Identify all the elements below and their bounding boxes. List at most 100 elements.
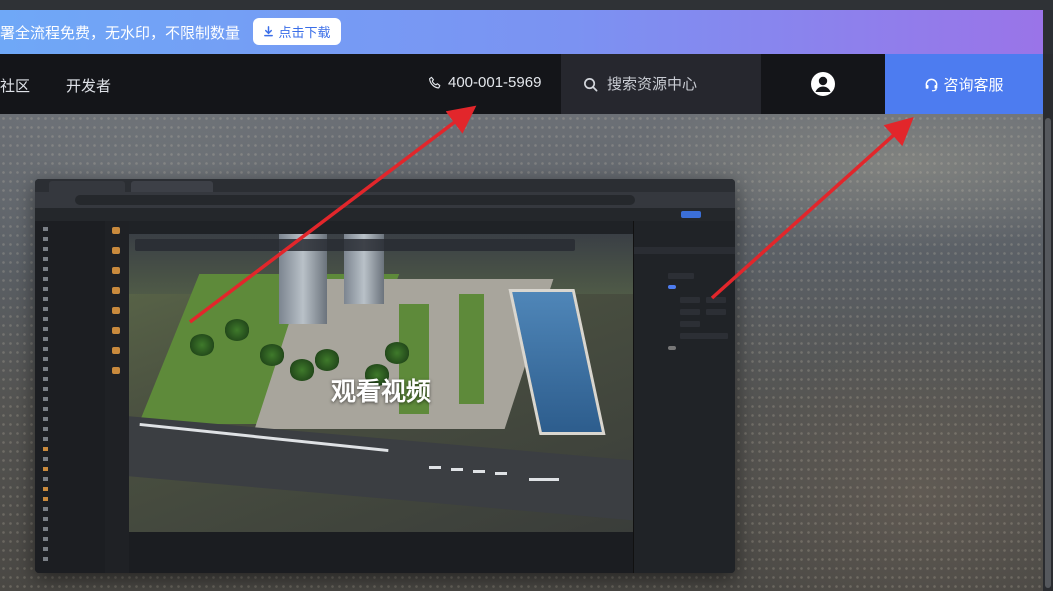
video-preview[interactable]: 观看视频: [35, 179, 735, 573]
tree-item: [43, 365, 101, 373]
tool-icon: [112, 267, 120, 274]
phone-icon: [429, 76, 441, 88]
preview-menu-bar: [35, 208, 735, 222]
tree-item: [43, 305, 101, 313]
scene-road-marking: [529, 478, 559, 481]
preview-browser-tabs: [35, 179, 735, 192]
panel-field: [706, 297, 726, 303]
scene-road-marking: [495, 472, 507, 475]
tree-item: [43, 475, 101, 483]
panel-field: [680, 297, 700, 303]
panel-field: [668, 273, 694, 279]
nav-item-developer[interactable]: 开发者: [66, 75, 111, 96]
panel-section-header: [634, 247, 735, 254]
download-icon: [264, 26, 274, 37]
scene-tree: [189, 334, 215, 356]
tree-item: [43, 355, 101, 363]
tree-item: [43, 275, 101, 283]
promo-banner: 署全流程免费，无水印，不限制数量 点击下载: [0, 10, 1043, 54]
tree-item: [43, 395, 101, 403]
tree-item: [43, 285, 101, 293]
search-input[interactable]: [605, 74, 759, 94]
tree-item: [43, 525, 101, 533]
preview-publish-button: [681, 211, 701, 218]
preview-url-field: [75, 195, 635, 205]
scene-tree: [259, 344, 285, 366]
scene-tree: [314, 349, 340, 371]
customer-service-label: 咨询客服: [943, 76, 1004, 94]
panel-field: [680, 321, 700, 327]
scene-pool: [508, 289, 606, 435]
scene-tree: [384, 342, 410, 364]
preview-tool-column: [105, 221, 130, 573]
tree-item: [43, 385, 101, 393]
preview-scene-tree: [35, 221, 106, 573]
tool-icon: [112, 347, 120, 354]
page: 署全流程免费，无水印，不限制数量 点击下载 社区 开发者 400-001-596…: [0, 0, 1053, 591]
panel-field: [680, 333, 728, 339]
download-button[interactable]: 点击下载: [253, 18, 341, 45]
tool-icon: [112, 327, 120, 334]
tree-item: [43, 555, 101, 563]
tree-item: [43, 225, 101, 233]
preview-3d-scene: 观看视频: [129, 234, 633, 532]
tree-item: [43, 535, 101, 543]
scene-toolbar: [135, 239, 575, 251]
tree-item: [43, 335, 101, 343]
scene-road-marking: [451, 468, 463, 471]
tree-item: [43, 375, 101, 383]
tree-item: [43, 515, 101, 523]
tree-item: [43, 255, 101, 263]
customer-service-button[interactable]: 咨询客服: [885, 54, 1043, 114]
tool-icon: [112, 287, 120, 294]
scene-road-marking: [429, 466, 441, 469]
preview-scene-header: [129, 221, 713, 234]
tree-item: [43, 245, 101, 253]
window-top-strip: [0, 0, 1053, 10]
phone-number: 400-001-5969: [448, 74, 542, 91]
tree-item: [43, 505, 101, 513]
preview-properties-panel: [633, 221, 735, 573]
top-nav: 社区 开发者 400-001-5969 咨询客服: [0, 54, 1043, 114]
scrollbar-thumb[interactable]: [1045, 118, 1051, 588]
scene-road-marking: [473, 470, 485, 473]
panel-field: [706, 309, 726, 315]
preview-tab: [131, 181, 213, 192]
tree-item: [43, 415, 101, 423]
tree-item: [43, 545, 101, 553]
tool-icon: [112, 227, 120, 234]
preview-address-bar: [35, 192, 735, 208]
panel-toggle: [668, 285, 676, 289]
tree-item: [43, 485, 101, 493]
tree-item: [43, 455, 101, 463]
nav-item-community[interactable]: 社区: [0, 75, 30, 96]
tree-item: [43, 435, 101, 443]
tree-item: [43, 405, 101, 413]
tree-item: [43, 235, 101, 243]
tree-item: [43, 295, 101, 303]
tree-item: [43, 315, 101, 323]
banner-text: 署全流程免费，无水印，不限制数量: [0, 25, 241, 42]
scene-tree: [224, 319, 250, 341]
search-icon: [584, 77, 598, 91]
tree-item: [43, 345, 101, 353]
preview-bottom-bar: [129, 532, 633, 573]
tool-icon: [112, 247, 120, 254]
tree-item: [43, 425, 101, 433]
panel-field: [680, 309, 700, 315]
tool-icon: [112, 367, 120, 374]
download-button-label: 点击下载: [278, 25, 331, 40]
headset-icon: [926, 78, 938, 91]
phone-contact[interactable]: 400-001-5969: [428, 74, 541, 91]
panel-toggle: [668, 346, 676, 350]
tree-item: [43, 445, 101, 453]
tree-item: [43, 265, 101, 273]
search-box[interactable]: [561, 54, 761, 114]
watch-video-label[interactable]: 观看视频: [129, 372, 633, 408]
tree-item: [43, 325, 101, 333]
tree-item: [43, 495, 101, 503]
user-avatar-icon[interactable]: [810, 71, 836, 97]
preview-tab: [49, 181, 125, 192]
tool-icon: [112, 307, 120, 314]
tree-item: [43, 465, 101, 473]
